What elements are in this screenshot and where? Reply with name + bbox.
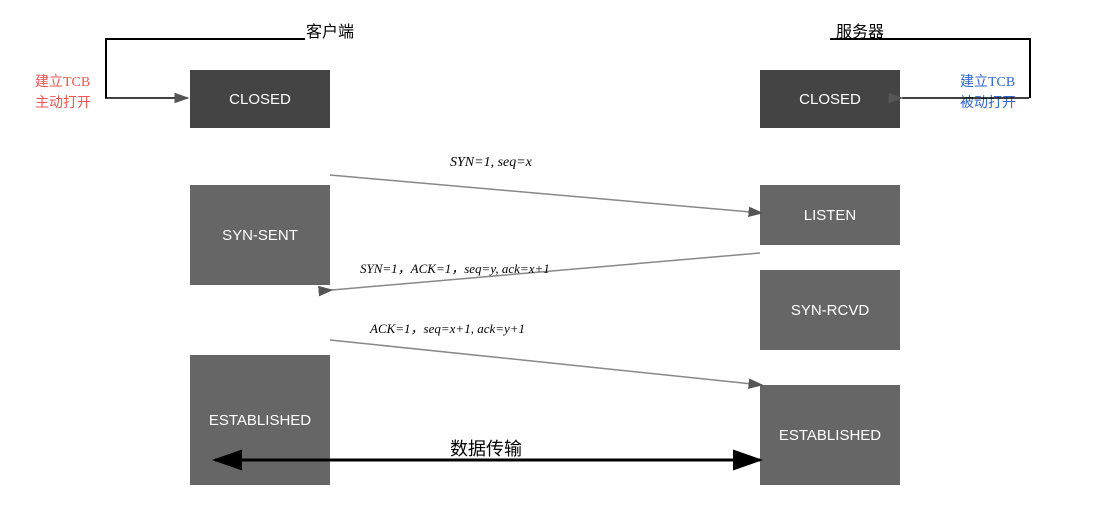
- server-listen-box: LISTEN: [760, 185, 900, 245]
- server-established-box: ESTABLISHED: [760, 385, 900, 485]
- data-transfer-label: 数据传输: [450, 435, 522, 461]
- diagram-container: 客户端 服务器 建立TCB 主动打开 建立TCB 被动打开 CLOSED SYN…: [0, 0, 1115, 527]
- server-syn-rcvd-box: SYN-RCVD: [760, 270, 900, 350]
- server-closed-box: CLOSED: [760, 70, 900, 128]
- client-syn-sent-box: SYN-SENT: [190, 185, 330, 285]
- server-annotation: 建立TCB 被动打开: [960, 72, 1016, 114]
- client-established-box: ESTABLISHED: [190, 355, 330, 485]
- arrow3-label: ACK=1，seq=x+1, ack=y+1: [370, 318, 525, 337]
- arrow1-label: SYN=1, seq=x: [450, 155, 532, 171]
- arrows-svg: [0, 0, 1115, 527]
- client-annotation: 建立TCB 主动打开: [35, 72, 91, 114]
- arrow2-label: SYN=1，ACK=1，seq=y, ack=x+1: [360, 258, 550, 277]
- client-label: 客户端: [306, 24, 354, 41]
- client-closed-box: CLOSED: [190, 70, 330, 128]
